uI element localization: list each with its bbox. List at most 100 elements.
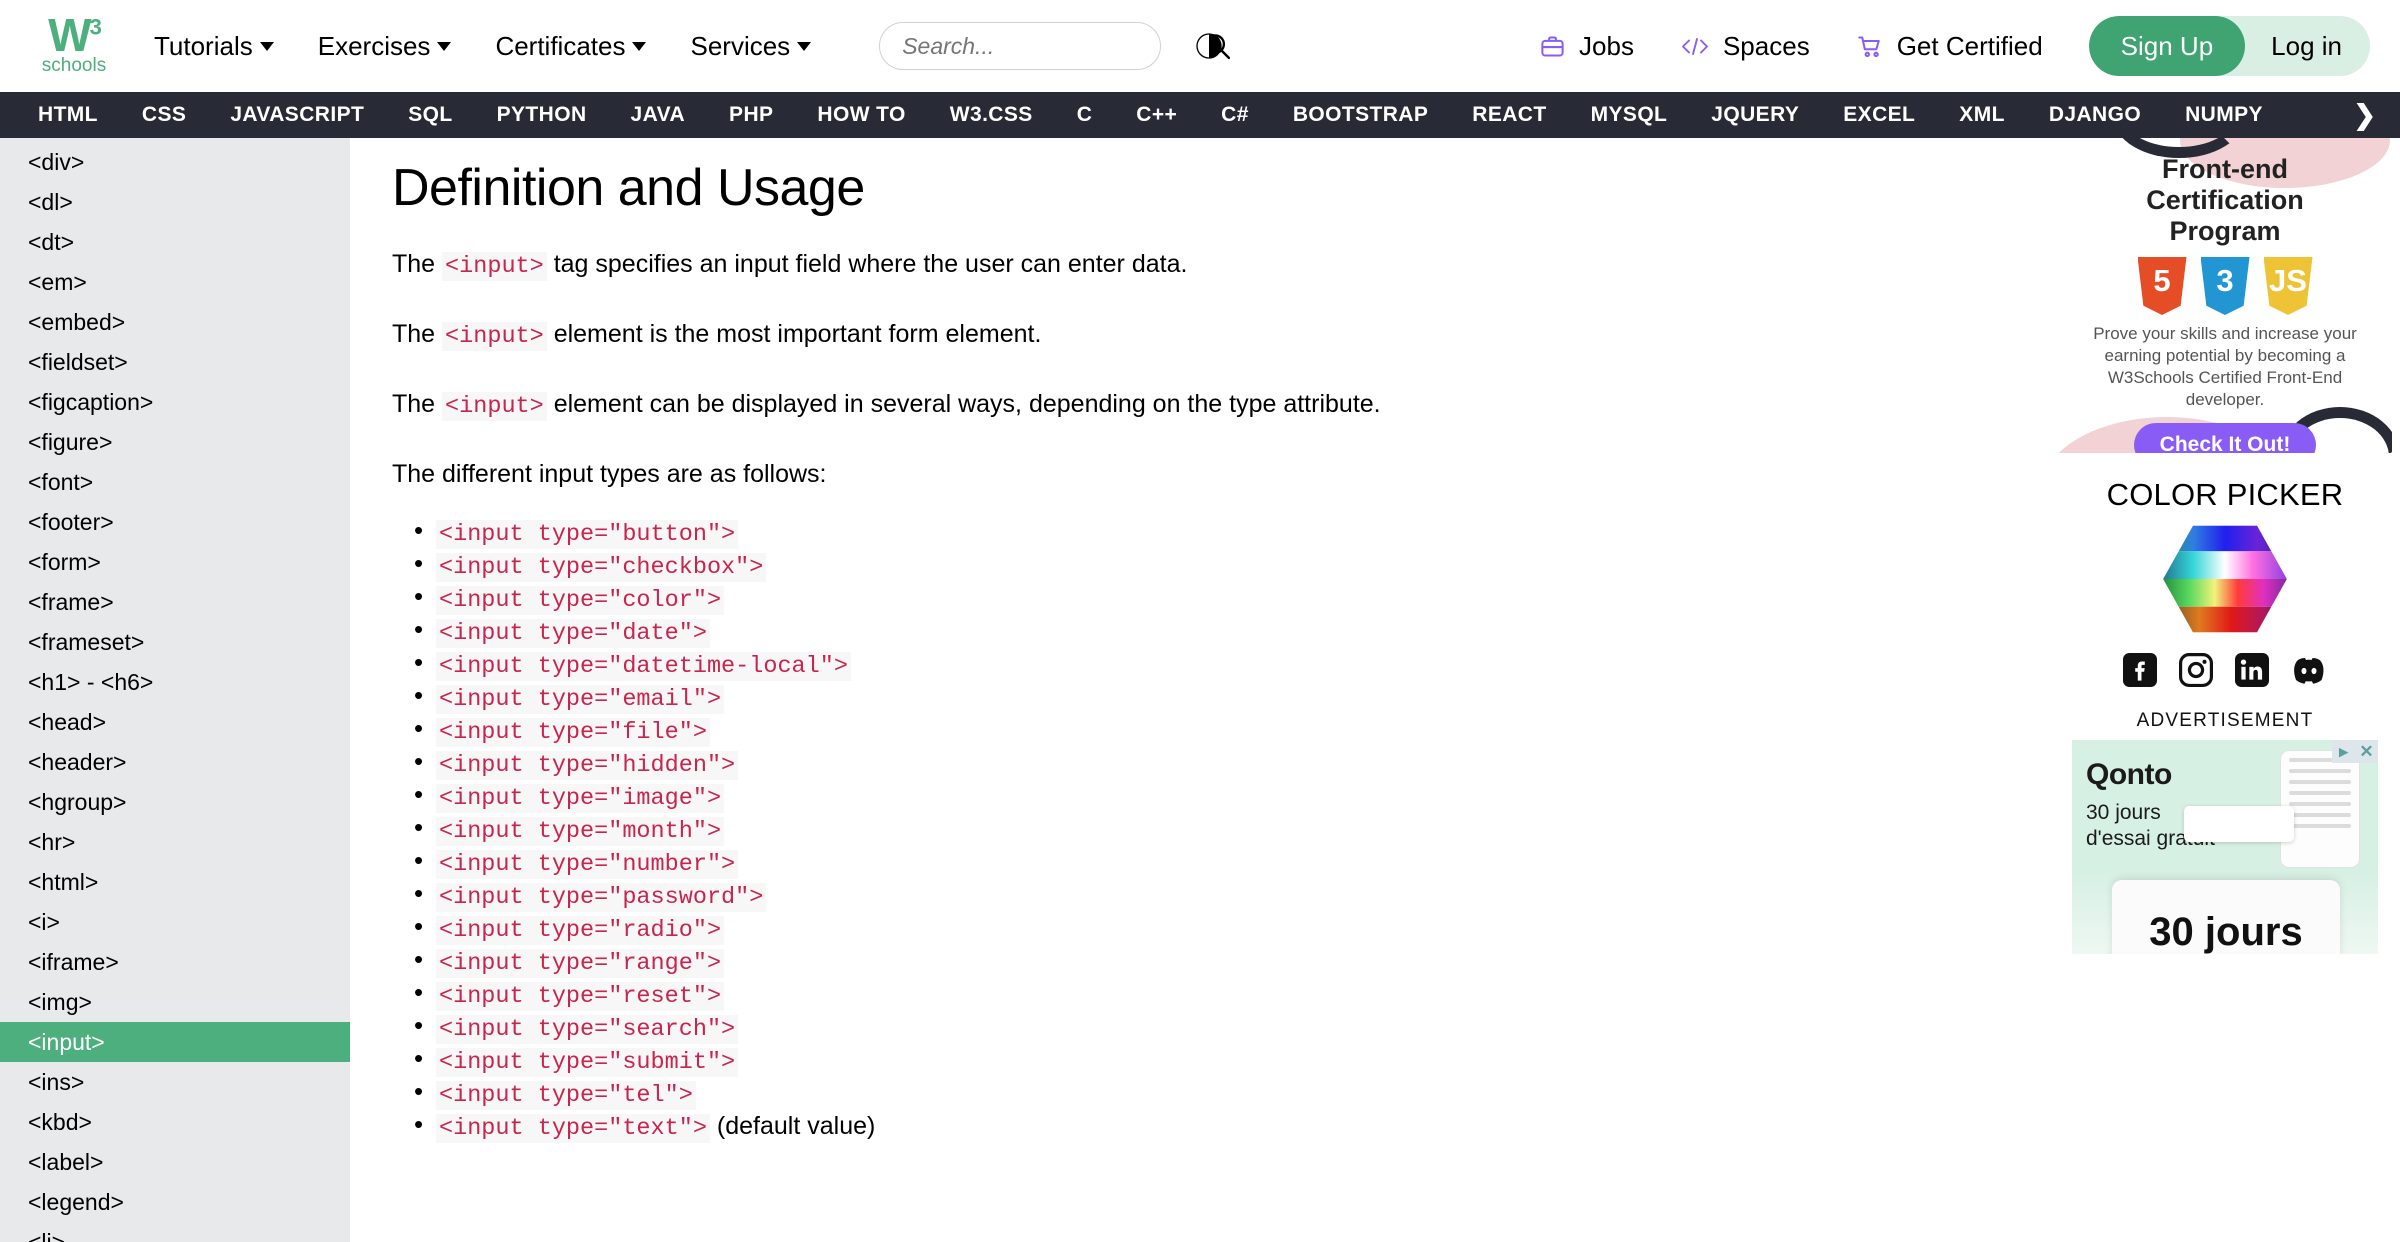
search-input[interactable]: [902, 32, 1203, 60]
nav-exercises[interactable]: Exercises: [318, 31, 452, 62]
langbar-item-numpy[interactable]: NUMPY: [2163, 103, 2285, 127]
nav-services[interactable]: Services: [690, 31, 812, 62]
main-content: Definition and Usage The <input> tag spe…: [350, 138, 2050, 1242]
sidebar-item-li[interactable]: <li>: [0, 1222, 350, 1242]
sidebar-item-input[interactable]: <input>: [0, 1022, 350, 1062]
langbar-item-sql[interactable]: SQL: [386, 103, 474, 127]
nav-certificates-label: Certificates: [495, 30, 626, 61]
discord-icon[interactable]: [2291, 653, 2327, 692]
cert-title-line-1: Front-end: [2162, 154, 2288, 184]
color-picker-link[interactable]: [2058, 523, 2392, 635]
sidebar-item-div[interactable]: <div>: [0, 142, 350, 182]
list-item: <input type="number">: [392, 848, 1742, 880]
jobs-link[interactable]: Jobs: [1539, 31, 1634, 62]
langbar-item-c[interactable]: C: [1055, 103, 1115, 127]
ad-big-card: 30 jours: [2112, 880, 2340, 954]
sidebar-item-img[interactable]: <img>: [0, 982, 350, 1022]
sidebar-item-h1-h6[interactable]: <h1> - <h6>: [0, 662, 350, 702]
langbar-item-jquery[interactable]: JQUERY: [1689, 103, 1821, 127]
search-box[interactable]: [879, 22, 1231, 70]
langbar-item-java[interactable]: JAVA: [609, 103, 708, 127]
ad-placeholder-line: [2289, 769, 2351, 773]
close-icon[interactable]: ✕: [2355, 740, 2378, 763]
langbar-item-excel[interactable]: EXCEL: [1821, 103, 1937, 127]
sidebar-item-frame[interactable]: <frame>: [0, 582, 350, 622]
cert-ad-description: Prove your skills and increase your earn…: [2093, 324, 2357, 409]
get-certified-link[interactable]: Get Certified: [1856, 31, 2043, 62]
sidebar-item-font[interactable]: <font>: [0, 462, 350, 502]
paragraph-3-post: element can be displayed in several ways…: [546, 390, 1381, 419]
w3schools-logo[interactable]: W3 schools: [28, 11, 120, 81]
sidebar-item-header[interactable]: <header>: [0, 742, 350, 782]
sidebar-item-ins[interactable]: <ins>: [0, 1062, 350, 1102]
langbar-item-javascript[interactable]: JAVASCRIPT: [208, 103, 386, 127]
jobs-label: Jobs: [1579, 30, 1634, 61]
log-in-button[interactable]: Log in: [2245, 16, 2370, 76]
adchoices-icon[interactable]: ▸: [2332, 740, 2355, 763]
sidebar-item-dt[interactable]: <dt>: [0, 222, 350, 262]
langbar-item-cpp[interactable]: C++: [1114, 103, 1199, 127]
input-types-list: <input type="button"> <input type="check…: [392, 518, 1742, 1144]
input-type-note: (default value): [709, 1112, 876, 1141]
instagram-icon[interactable]: [2179, 653, 2213, 692]
certification-program-ad[interactable]: Front-end Certification Program 5 3 JS P…: [2058, 138, 2392, 453]
advertisement-banner[interactable]: Qonto 30 jours d'essai gratuit 30 jours …: [2072, 740, 2378, 954]
langbar-item-php[interactable]: PHP: [707, 103, 795, 127]
sidebar-item-em[interactable]: <em>: [0, 262, 350, 302]
sidebar-item-figcaption[interactable]: <figcaption>: [0, 382, 350, 422]
inline-code-input: <input>: [442, 392, 547, 422]
facebook-icon[interactable]: [2123, 653, 2157, 692]
sidebar-item-form[interactable]: <form>: [0, 542, 350, 582]
sidebar-item-html[interactable]: <html>: [0, 862, 350, 902]
color-picker-title: COLOR PICKER: [2106, 477, 2344, 512]
list-item: <input type="color">: [392, 584, 1742, 616]
linkedin-icon[interactable]: [2235, 653, 2269, 692]
langbar-item-w3css[interactable]: W3.CSS: [928, 103, 1055, 127]
sidebar-item-iframe[interactable]: <iframe>: [0, 942, 350, 982]
sidebar-item-i[interactable]: <i>: [0, 902, 350, 942]
sidebar-item-label[interactable]: <label>: [0, 1142, 350, 1182]
list-item: <input type="datetime-local">: [392, 650, 1742, 682]
sidebar-item-legend[interactable]: <legend>: [0, 1182, 350, 1222]
sidebar-item-fieldset[interactable]: <fieldset>: [0, 342, 350, 382]
sidebar-item-embed[interactable]: <embed>: [0, 302, 350, 342]
contrast-half-circle-icon[interactable]: [1193, 30, 1225, 62]
nav-exercises-label: Exercises: [317, 30, 431, 61]
list-item: <input type="email">: [392, 683, 1742, 715]
langbar-item-xml[interactable]: XML: [1937, 103, 2027, 127]
chevron-right-icon[interactable]: ❯: [2339, 92, 2390, 138]
langbar-item-mysql[interactable]: MYSQL: [1569, 103, 1690, 127]
langbar-item-html[interactable]: HTML: [16, 103, 120, 127]
langbar-item-react[interactable]: REACT: [1450, 103, 1568, 127]
check-it-out-button[interactable]: Check It Out!: [2133, 423, 2317, 453]
ad-big-text: 30 jours: [2149, 909, 2303, 954]
list-item: <input type="tel">: [392, 1079, 1742, 1111]
shopping-cart-icon: [1856, 33, 1884, 60]
sidebar-item-head[interactable]: <head>: [0, 702, 350, 742]
chevron-down-icon: [797, 41, 812, 51]
sidebar-item-kbd[interactable]: <kbd>: [0, 1102, 350, 1142]
sidebar-item-hgroup[interactable]: <hgroup>: [0, 782, 350, 822]
langbar-item-how-to[interactable]: HOW TO: [795, 103, 927, 127]
sidebar-item-footer[interactable]: <footer>: [0, 502, 350, 542]
input-type-reset: <input type="reset">: [436, 982, 725, 1012]
langbar-item-css[interactable]: CSS: [120, 103, 208, 127]
sidebar-item-dl[interactable]: <dl>: [0, 182, 350, 222]
logo-superscript: 3: [89, 14, 102, 40]
input-types-intro: The different input types are as follows…: [392, 460, 827, 489]
sidebar-item-figure[interactable]: <figure>: [0, 422, 350, 462]
nav-certificates[interactable]: Certificates: [495, 30, 647, 62]
langbar-item-bootstrap[interactable]: BOOTSTRAP: [1271, 103, 1450, 127]
sign-up-button[interactable]: Sign Up: [2088, 16, 2246, 76]
ad-placeholder-line: [2289, 780, 2351, 784]
nav-tutorials[interactable]: Tutorials: [154, 31, 274, 62]
langbar-item-django[interactable]: DJANGO: [2027, 103, 2163, 127]
chevron-down-icon: [437, 41, 452, 51]
html-tags-sidebar[interactable]: <div> <dl> <dt> <em> <embed> <fieldset> …: [0, 138, 350, 1242]
spaces-link[interactable]: Spaces: [1680, 31, 1810, 62]
sidebar-item-frameset[interactable]: <frameset>: [0, 622, 350, 662]
sidebar-item-hr[interactable]: <hr>: [0, 822, 350, 862]
html5-shield-icon: 5: [2137, 257, 2187, 315]
langbar-item-csharp[interactable]: C#: [1199, 103, 1271, 127]
langbar-item-python[interactable]: PYTHON: [475, 103, 609, 127]
